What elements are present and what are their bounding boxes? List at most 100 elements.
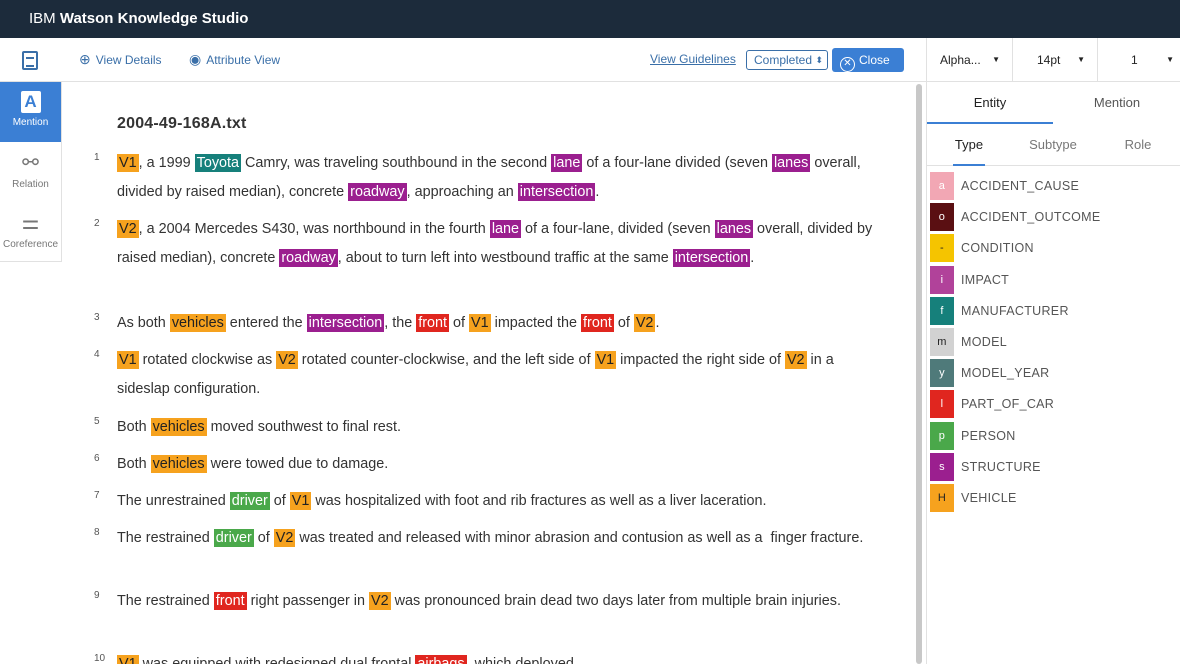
sentence-number: 5: [94, 416, 100, 427]
type-name: MANUFACTURER: [961, 303, 1069, 318]
document-icon[interactable]: [22, 51, 38, 70]
type-name: CONDITION: [961, 241, 1034, 256]
entity-type-item[interactable]: p PERSON: [930, 421, 1180, 453]
mention-vehicle[interactable]: V1: [117, 655, 139, 664]
font-size-value: 14pt: [1037, 53, 1061, 67]
font-family-select[interactable]: Alpha... ▼: [927, 38, 1013, 82]
status-select[interactable]: Completed ⬍: [746, 50, 828, 70]
sentence-number: 9: [94, 590, 100, 601]
mention-vehicle[interactable]: V1: [469, 314, 491, 332]
mention-vehicle[interactable]: vehicles: [150, 455, 207, 473]
relation-icon: ⚯: [22, 152, 39, 174]
zoom-in-icon: ⊕: [79, 51, 91, 67]
sentence-number: 10: [94, 653, 106, 664]
entity-type-item[interactable]: i IMPACT: [930, 265, 1180, 297]
sentence: 8 The restrained driver of V2 was treated…: [94, 524, 877, 553]
mention-vehicle[interactable]: V1: [117, 154, 139, 172]
attribute-view-label: Attribute View: [206, 53, 281, 67]
type-name: IMPACT: [961, 272, 1010, 287]
mention-vehicle[interactable]: V2: [117, 220, 139, 238]
sentence-number: 6: [94, 453, 100, 464]
mention-vehicle[interactable]: V1: [117, 351, 139, 369]
sentence-number: 2: [94, 218, 100, 229]
mention-structure[interactable]: lane: [489, 220, 522, 238]
view-guidelines-link[interactable]: View Guidelines: [650, 52, 736, 66]
view-details-button[interactable]: ⊕ View Details: [79, 50, 162, 69]
app-title-bar: IBM Watson Knowledge Studio: [0, 0, 1180, 38]
sentence: 2 V2, a 2004 Mercedes S430, was northboun…: [94, 215, 877, 273]
close-button[interactable]: ✕ Close: [832, 48, 904, 72]
mention-vehicle[interactable]: V2: [784, 351, 807, 369]
type-color-swatch: p: [930, 421, 954, 450]
document-title: 2004-49-168A.txt: [117, 115, 247, 132]
entity-type-item[interactable]: H VEHICLE: [930, 483, 1180, 515]
nav-mention[interactable]: A Mention: [0, 82, 61, 142]
nav-mention-label: Mention: [12, 117, 49, 128]
mention-manufacturer[interactable]: Toyota: [194, 154, 242, 172]
type-color-swatch: a: [930, 172, 954, 200]
type-name: PART_OF_CAR: [961, 397, 1055, 412]
mention-structure[interactable]: roadway: [279, 249, 338, 267]
tab-entity[interactable]: Entity: [927, 82, 1053, 124]
type-name: MODEL_YEAR: [961, 366, 1050, 381]
mention-vehicle[interactable]: V1: [594, 351, 617, 369]
mention-vehicle[interactable]: vehicles: [169, 314, 226, 332]
type-name: STRUCTURE: [961, 459, 1041, 474]
mention-vehicle[interactable]: V1: [289, 492, 312, 510]
sentence: 1 V1, a 1999 Toyota Camry, was traveling …: [94, 149, 877, 207]
entity-type-item[interactable]: m MODEL: [930, 327, 1180, 359]
type-color-swatch: i: [930, 265, 954, 294]
select-arrows-icon: ⬍: [815, 55, 823, 65]
tab-mention[interactable]: Mention: [1054, 82, 1180, 124]
entity-type-item[interactable]: f MANUFACTURER: [930, 296, 1180, 328]
mention-part-of-car[interactable]: airbags: [415, 655, 467, 664]
subtab-type[interactable]: Type: [927, 124, 1011, 166]
mention-vehicle[interactable]: V2: [273, 529, 296, 547]
entity-type-item[interactable]: o ACCIDENT_OUTCOME: [930, 203, 1180, 234]
subtab-role[interactable]: Role: [1096, 124, 1180, 166]
mention-structure[interactable]: roadway: [348, 183, 407, 201]
display-controls: Alpha... ▼ 14pt ▼ 1 ▼: [927, 38, 1180, 82]
mention-person[interactable]: driver: [213, 529, 254, 547]
entity-type-item[interactable]: l PART_OF_CAR: [930, 390, 1180, 421]
document-scrollbar[interactable]: [916, 84, 922, 664]
mention-structure[interactable]: intersection: [672, 249, 751, 267]
entity-type-item[interactable]: y MODEL_YEAR: [930, 359, 1180, 390]
mention-vehicle[interactable]: V2: [633, 314, 656, 332]
mention-structure[interactable]: intersection: [306, 314, 385, 332]
close-icon: ✕: [840, 57, 855, 72]
entity-type-item[interactable]: s STRUCTURE: [930, 452, 1180, 484]
mention-structure[interactable]: lanes: [771, 154, 811, 172]
mention-part-of-car[interactable]: front: [416, 314, 450, 332]
sentence: 6 Both vehicles were towed due to damage.: [94, 450, 877, 479]
document-viewer: 2004-49-168A.txt 1 V1, a 1999 Toyota Camr…: [62, 82, 914, 664]
mention-part-of-car[interactable]: front: [213, 592, 247, 610]
coreference-icon: ⚌: [21, 212, 40, 234]
editor-toolbar: ⊕ View Details ◉ Attribute View View Guide…: [0, 38, 926, 82]
type-color-swatch: f: [930, 296, 954, 325]
mention-structure[interactable]: intersection: [517, 183, 596, 201]
type-color-swatch: -: [930, 234, 954, 263]
entity-type-item[interactable]: a ACCIDENT_CAUSE: [930, 172, 1180, 203]
nav-coreference[interactable]: ⚌ Coreference: [0, 202, 61, 262]
type-panel: Alpha... ▼ 14pt ▼ 1 ▼ Entity Mention Type S…: [927, 38, 1180, 664]
nav-coreference-label: Coreference: [2, 239, 59, 250]
sentence: 4 V1 rotated clockwise as V2 rotated coun…: [94, 346, 877, 404]
type-name: ACCIDENT_OUTCOME: [961, 210, 1101, 225]
mention-vehicle[interactable]: V2: [276, 351, 298, 369]
status-value: Completed: [754, 53, 813, 67]
mention-vehicle[interactable]: V2: [369, 592, 391, 610]
nav-relation[interactable]: ⚯ Relation: [0, 142, 61, 202]
subtab-subtype[interactable]: Subtype: [1011, 124, 1095, 166]
line-spacing-select[interactable]: 1 ▼: [1098, 38, 1180, 82]
mention-vehicle[interactable]: vehicles: [150, 418, 207, 436]
attribute-view-button[interactable]: ◉ Attribute View: [189, 50, 280, 69]
type-color-swatch: o: [930, 203, 954, 232]
mention-part-of-car[interactable]: front: [581, 314, 614, 332]
mention-structure[interactable]: lane: [551, 154, 583, 172]
entity-type-item[interactable]: - CONDITION: [930, 234, 1180, 265]
mention-structure[interactable]: lanes: [714, 220, 754, 238]
panel-subtabs: Type Subtype Role: [927, 124, 1180, 166]
mention-person[interactable]: driver: [229, 492, 270, 510]
font-size-select[interactable]: 14pt ▼: [1013, 38, 1098, 82]
